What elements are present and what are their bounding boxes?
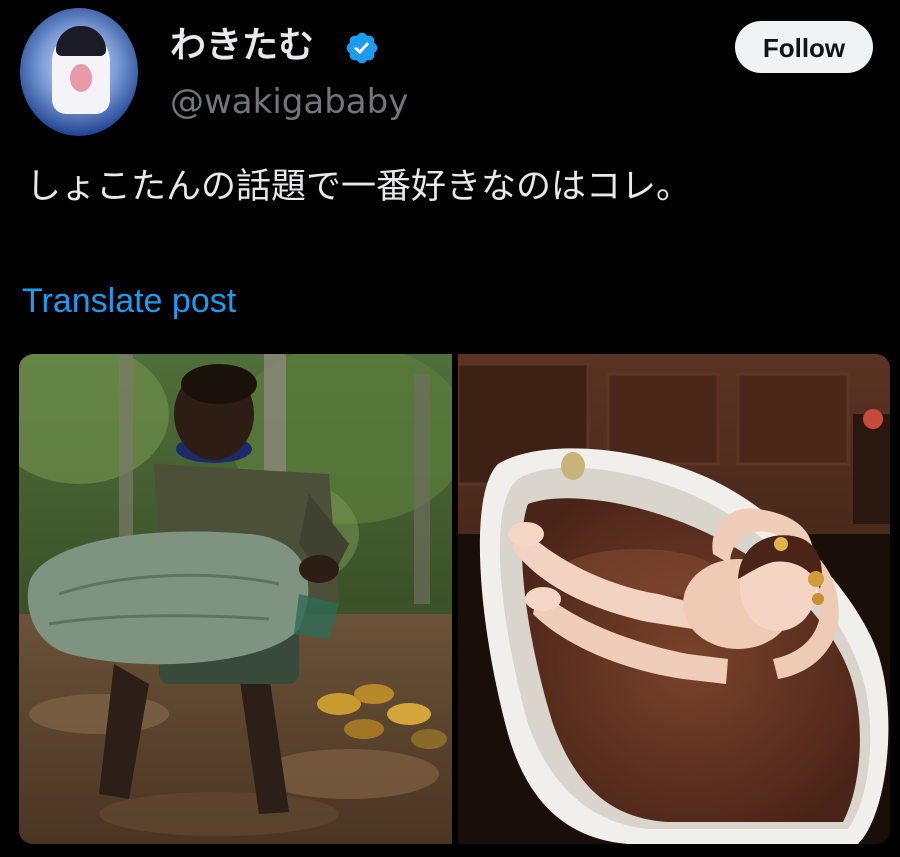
user-handle[interactable]: @wakigababy — [170, 80, 408, 124]
verified-badge-icon — [346, 32, 378, 64]
avatar-hair-shape — [56, 26, 106, 56]
avatar-blush-shape — [70, 64, 92, 92]
boy-carrying-cocoa-sack-photo[interactable] — [19, 354, 452, 844]
translate-post-link[interactable]: Translate post — [22, 278, 236, 324]
display-name[interactable]: わきたむ — [170, 24, 314, 68]
follow-button[interactable]: Follow — [735, 21, 873, 73]
post-text: しょこたんの話題で一番好きなのはコレ。 — [26, 167, 692, 207]
woman-in-chocolate-bath-photo[interactable] — [458, 354, 890, 844]
avatar[interactable] — [20, 8, 138, 136]
